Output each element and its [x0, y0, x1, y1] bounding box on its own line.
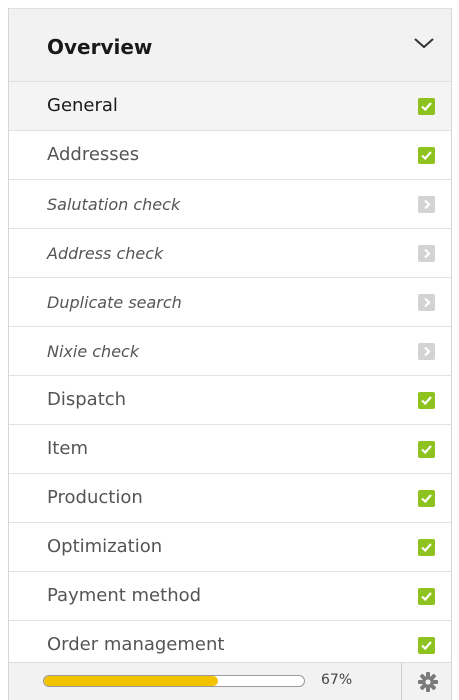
list-item-address-check[interactable]: Address check — [9, 229, 451, 278]
step-list: General Addresses Salutation check Address … — [9, 82, 451, 670]
list-item-dispatch[interactable]: Dispatch — [9, 376, 451, 425]
overview-title: Overview — [47, 35, 153, 59]
list-item-label: Address check — [47, 244, 164, 263]
progress-fill — [44, 676, 219, 686]
list-item-production[interactable]: Production — [9, 474, 451, 523]
footer-divider — [401, 663, 402, 700]
checkmark-icon — [418, 392, 435, 409]
list-item-label: Order management — [47, 634, 225, 655]
list-item-duplicate-search[interactable]: Duplicate search — [9, 278, 451, 327]
list-item-item[interactable]: Item — [9, 425, 451, 474]
list-item-nixie-check[interactable]: Nixie check — [9, 327, 451, 376]
list-item-label: Addresses — [47, 144, 140, 165]
list-item-label: Production — [47, 487, 143, 508]
progress-bar — [43, 675, 305, 687]
progress-percent: 67% — [321, 672, 353, 688]
list-item-label: General — [47, 95, 118, 116]
chevron-right-icon — [418, 196, 435, 213]
list-item-addresses[interactable]: Addresses — [9, 131, 451, 180]
checkmark-icon — [418, 588, 435, 605]
list-item-label: Nixie check — [47, 342, 140, 361]
checkmark-icon — [418, 441, 435, 458]
list-item-salutation-check[interactable]: Salutation check — [9, 180, 451, 229]
list-item-payment-method[interactable]: Payment method — [9, 572, 451, 621]
chevron-right-icon — [418, 343, 435, 360]
gear-icon[interactable] — [417, 671, 439, 693]
checkmark-icon — [418, 490, 435, 507]
list-item-label: Dispatch — [47, 389, 127, 410]
list-item-label: Optimization — [47, 536, 163, 557]
checkmark-icon — [418, 637, 435, 654]
list-item-label: Duplicate search — [47, 293, 182, 312]
overview-header[interactable]: Overview — [9, 8, 451, 82]
checkmark-icon — [418, 147, 435, 164]
checkmark-icon — [418, 539, 435, 556]
list-item-label: Salutation check — [47, 195, 181, 214]
overview-panel: Overview General Addresses Salutation chec… — [8, 8, 452, 700]
list-item-label: Payment method — [47, 585, 202, 606]
chevron-right-icon — [418, 294, 435, 311]
list-item-optimization[interactable]: Optimization — [9, 523, 451, 572]
list-item-label: Item — [47, 438, 88, 459]
chevron-right-icon — [418, 245, 435, 262]
checkmark-icon — [418, 98, 435, 115]
chevron-down-icon[interactable] — [413, 35, 435, 49]
progress-footer: 67% — [9, 662, 451, 700]
list-item-general[interactable]: General — [9, 82, 451, 131]
